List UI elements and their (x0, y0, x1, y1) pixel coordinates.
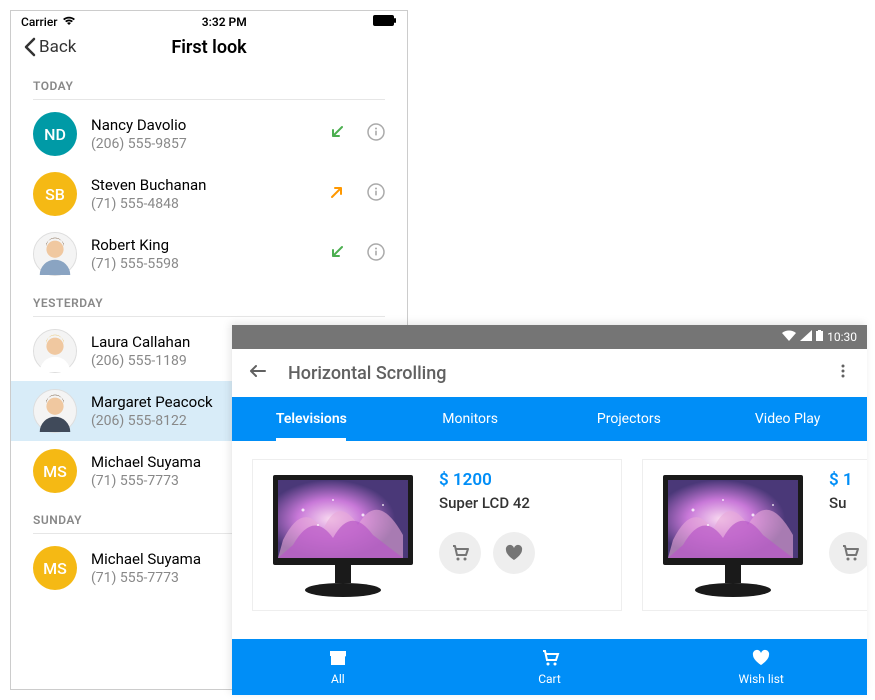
contact-row[interactable]: ND Nancy Davolio (206) 555-9857 (11, 104, 407, 164)
tab-projectors[interactable]: Projectors (550, 397, 709, 441)
info-button[interactable] (367, 123, 385, 145)
appbar-title: Horizontal Scrolling (288, 363, 815, 384)
info-button[interactable] (367, 243, 385, 265)
contact-row[interactable]: Robert King (71) 555-5598 (11, 224, 407, 284)
ios-status-bar: Carrier 3:32 PM (11, 11, 407, 31)
call-direction-button[interactable] (329, 124, 345, 144)
tab-label: Televisions (276, 411, 347, 427)
avatar (33, 389, 77, 433)
back-button[interactable]: Back (23, 37, 76, 57)
outgoing-call-icon (329, 184, 345, 200)
bottom-nav-wish-list[interactable]: Wish list (655, 639, 867, 695)
contact-phone: (71) 555-4848 (91, 196, 315, 212)
divider (33, 316, 385, 317)
call-direction-button[interactable] (329, 244, 345, 264)
product-name: Su (829, 494, 867, 512)
bottom-nav-all[interactable]: All (232, 639, 444, 695)
store-icon (328, 649, 348, 670)
tab-label: Projectors (597, 411, 661, 427)
wishlist-button[interactable] (493, 532, 535, 574)
tab-monitors[interactable]: Monitors (391, 397, 550, 441)
overflow-menu-button[interactable] (835, 363, 851, 383)
contact-row[interactable]: SB Steven Buchanan (71) 555-4848 (11, 164, 407, 224)
arrow-left-icon (248, 361, 268, 381)
battery-icon (816, 330, 823, 344)
avatar: MS (33, 449, 77, 493)
status-time: 10:30 (827, 330, 857, 344)
product-name: Super LCD 42 (439, 494, 535, 512)
chevron-left-icon (23, 37, 37, 57)
android-appbar: Horizontal Scrolling (232, 349, 867, 397)
avatar (33, 232, 77, 276)
android-status-bar: 10:30 (232, 325, 867, 349)
status-time: 3:32 PM (202, 15, 247, 29)
info-button[interactable] (367, 183, 385, 205)
bottom-nav-cart[interactable]: Cart (444, 639, 656, 695)
tab-video-play[interactable]: Video Play (708, 397, 867, 441)
tab-bar: Televisions Monitors Projectors Video Play (232, 397, 867, 441)
add-to-cart-button[interactable] (829, 532, 867, 574)
product-price: $ 1 (829, 470, 867, 490)
contact-phone: (71) 555-5598 (91, 256, 315, 272)
more-vert-icon (835, 363, 851, 379)
product-card[interactable]: $ 1200 Super LCD 42 (252, 459, 622, 611)
product-price: $ 1200 (439, 470, 535, 490)
tab-label: Video Play (755, 411, 820, 427)
android-device-frame: 10:30 Horizontal Scrolling Televisions Mo… (232, 325, 867, 695)
contact-name: Robert King (91, 236, 315, 254)
ios-nav-bar: Back First look (11, 31, 407, 67)
product-list[interactable]: $ 1200 Super LCD 42 $ 1 Su (232, 441, 867, 621)
heart-icon (751, 649, 771, 670)
info-icon (367, 183, 385, 201)
product-image (263, 470, 423, 600)
carrier-label: Carrier (21, 15, 58, 29)
tab-label: Monitors (442, 411, 498, 427)
bottom-nav: All Cart Wish list (232, 639, 867, 695)
bottom-nav-label: All (331, 672, 345, 686)
contact-name: Nancy Davolio (91, 116, 315, 134)
info-icon (367, 243, 385, 261)
battery-icon (373, 15, 397, 29)
incoming-call-icon (329, 124, 345, 140)
avatar: ND (33, 112, 77, 156)
bottom-nav-label: Wish list (739, 672, 784, 686)
wifi-icon (62, 15, 76, 29)
section-header-today: TODAY (11, 67, 407, 99)
product-image (653, 470, 813, 600)
avatar: MS (33, 546, 77, 590)
call-direction-button[interactable] (329, 184, 345, 204)
avatar: SB (33, 172, 77, 216)
cart-icon (450, 543, 470, 563)
product-card[interactable]: $ 1 Su (642, 459, 867, 611)
incoming-call-icon (329, 244, 345, 260)
add-to-cart-button[interactable] (439, 532, 481, 574)
cart-icon (840, 543, 860, 563)
back-arrow-button[interactable] (248, 361, 268, 385)
contact-name: Steven Buchanan (91, 176, 315, 194)
back-label: Back (39, 37, 76, 57)
bottom-nav-label: Cart (538, 672, 561, 686)
cart-icon (540, 649, 560, 670)
signal-icon (800, 330, 812, 344)
divider (33, 99, 385, 100)
info-icon (367, 123, 385, 141)
heart-icon (504, 543, 524, 563)
wifi-icon (782, 330, 796, 344)
contact-phone: (206) 555-9857 (91, 136, 315, 152)
section-header-yesterday: YESTERDAY (11, 284, 407, 316)
tab-televisions[interactable]: Televisions (232, 397, 391, 441)
avatar (33, 329, 77, 373)
